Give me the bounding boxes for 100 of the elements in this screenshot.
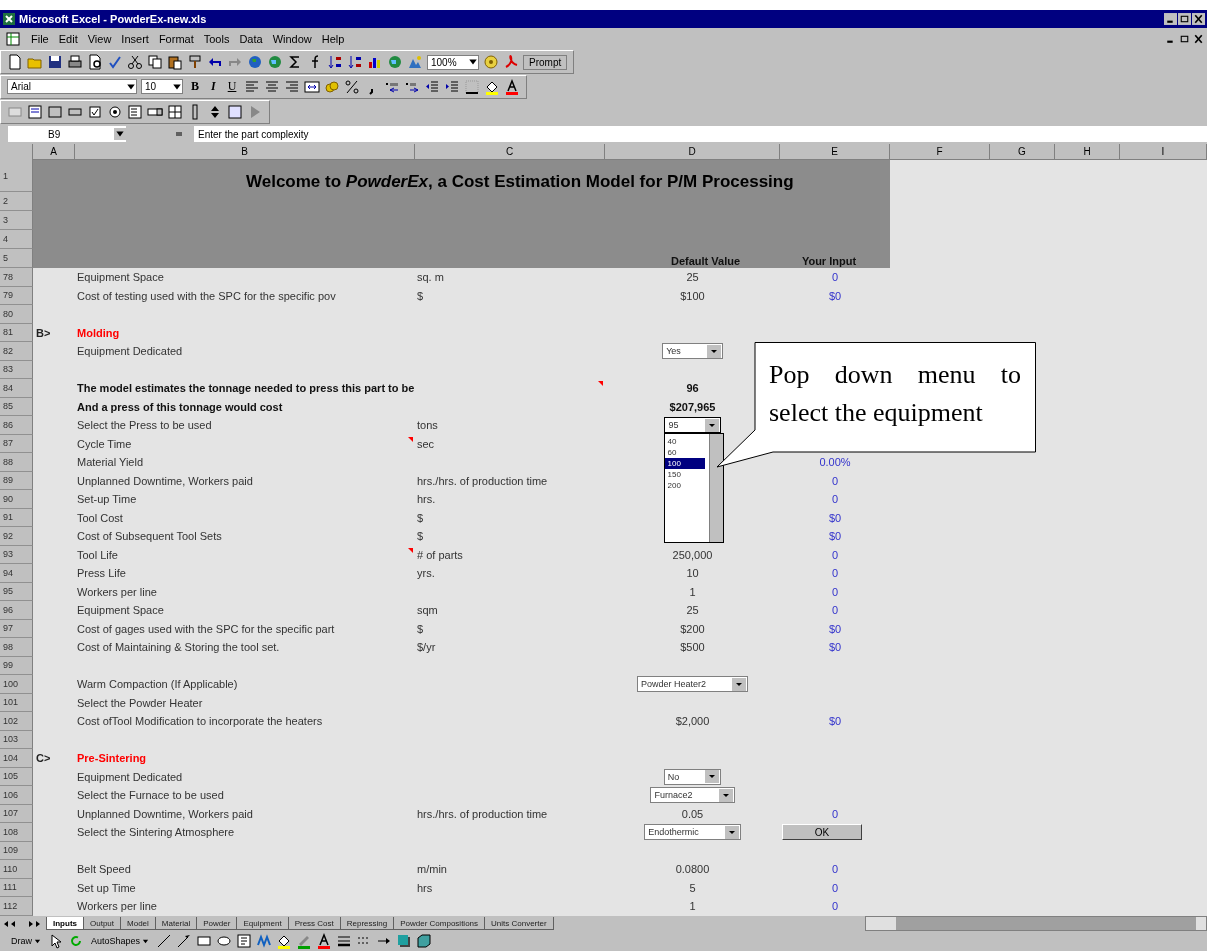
column-header[interactable]: F [890,144,990,160]
new-file-icon[interactable] [7,54,23,70]
row-number[interactable]: 78 [0,268,33,287]
menu-item[interactable]: Tools [198,33,235,45]
text-box-icon[interactable] [236,933,253,950]
row-number[interactable]: 3 [0,211,33,230]
column-header[interactable]: D [605,144,780,160]
close-icon[interactable] [1192,13,1205,25]
help-icon[interactable] [483,54,499,70]
input-value[interactable]: $0 [828,641,842,654]
pdf-icon[interactable] [503,54,519,70]
row-number[interactable]: 96 [0,601,33,620]
autoshapes-menu-button[interactable]: AutoShapes [88,936,153,947]
input-value[interactable]: $0 [828,289,842,302]
dropdown-option[interactable]: 150 [665,469,706,481]
row-number[interactable]: 84 [0,379,33,398]
input-value[interactable]: 0 [831,881,839,894]
align-right-icon[interactable] [284,78,301,95]
scrollbar[interactable] [709,434,724,543]
align-center-icon[interactable] [264,78,281,95]
row-number[interactable]: 102 [0,712,33,731]
row-number[interactable]: 2 [0,192,33,211]
menu-item[interactable]: Help [316,33,350,45]
grid-icon[interactable] [167,103,183,120]
paste-icon[interactable] [167,54,183,70]
checkbox-icon[interactable] [87,103,103,120]
dropdown[interactable]: Yes [662,343,723,360]
input-value[interactable]: 0 [831,271,839,284]
input-value[interactable]: 0 [831,548,839,561]
row-number[interactable]: 82 [0,342,33,361]
column-header[interactable]: E [780,144,890,160]
checkmark-icon[interactable] [107,54,123,70]
equals-icon[interactable] [174,129,184,139]
line-color-icon[interactable] [296,933,313,950]
column-header[interactable]: H [1055,144,1120,160]
menu-item[interactable]: Insert [116,33,154,45]
column-header[interactable]: A [33,144,75,160]
paintbrush-icon[interactable] [187,54,203,70]
horizontal-scrollbar[interactable] [865,916,1207,931]
sheet-tab[interactable]: Inputs [46,917,84,930]
sheet-tab[interactable]: Units Converter [484,917,554,930]
dropdown-option[interactable]: 40 [665,436,706,448]
format-button[interactable]: U [223,79,241,94]
outline-marker[interactable]: C> [36,752,51,765]
dropdown-option[interactable]: 60 [665,447,706,459]
column-header[interactable]: B [75,144,415,160]
minimize-icon[interactable] [1164,13,1177,25]
input-value[interactable]: $0 [828,622,842,635]
input-value[interactable]: 0 [831,863,839,876]
pointer-icon[interactable] [48,933,64,950]
format-button[interactable]: I [207,79,220,94]
close-icon[interactable] [1192,33,1205,45]
arrow-icon[interactable] [176,933,193,950]
column-header[interactable]: G [990,144,1055,160]
row-number[interactable]: 88 [0,453,33,472]
row-number[interactable]: 108 [0,823,33,842]
prompt-button[interactable]: Prompt [523,54,568,70]
row-number[interactable]: 98 [0,638,33,657]
input-value[interactable]: 0 [831,807,839,820]
globe-icon[interactable] [247,54,263,70]
font-size-field[interactable]: 10 [141,79,183,94]
sort-descending-icon[interactable] [347,54,363,70]
input-value[interactable]: 0 [831,585,839,598]
row-number[interactable]: 100 [0,675,33,694]
dropdown[interactable]: Endothermic [644,824,741,841]
menu-item[interactable]: Format [153,33,199,45]
restore-icon[interactable] [1178,13,1191,25]
indent-icon[interactable] [444,78,461,95]
zoom-field[interactable]: 100% [427,54,479,70]
menu-item[interactable]: Edit [53,33,83,45]
dropdown[interactable]: Powder Heater2 [636,676,748,693]
row-number[interactable]: 106 [0,786,33,805]
borders-icon[interactable] [464,78,481,95]
shapes-icon[interactable] [407,54,423,70]
menu-item[interactable]: Window [267,33,317,45]
radio-icon[interactable] [107,103,123,120]
font-field[interactable]: Arial [7,79,137,94]
sort-ascending-icon[interactable] [327,54,343,70]
dropdown[interactable]: No [663,768,722,785]
row-number[interactable]: 80 [0,305,33,324]
font-color-icon[interactable] [504,78,521,95]
row-number[interactable]: 112 [0,897,33,916]
row-number[interactable]: 1 [0,160,33,192]
percent-icon[interactable] [344,78,361,95]
restore-icon[interactable] [1178,33,1191,45]
copy-icon[interactable] [147,54,163,70]
properties-icon[interactable] [27,103,43,120]
menu-item[interactable]: Data [234,33,268,45]
input-value[interactable]: 0 [831,604,839,617]
input-value[interactable]: $0 [828,715,842,728]
row-number[interactable]: 110 [0,860,33,879]
print-icon[interactable] [67,54,83,70]
dropdown-option[interactable]: 100 [665,458,706,470]
draw-menu-button[interactable]: Draw [8,936,44,947]
outdent-icon[interactable] [424,78,441,95]
row-number[interactable]: 90 [0,490,33,509]
print-preview-icon[interactable] [87,54,103,70]
input-value[interactable]: 0.00% [819,456,851,469]
shadow-icon[interactable] [396,933,413,950]
row-number[interactable]: 5 [0,249,33,268]
